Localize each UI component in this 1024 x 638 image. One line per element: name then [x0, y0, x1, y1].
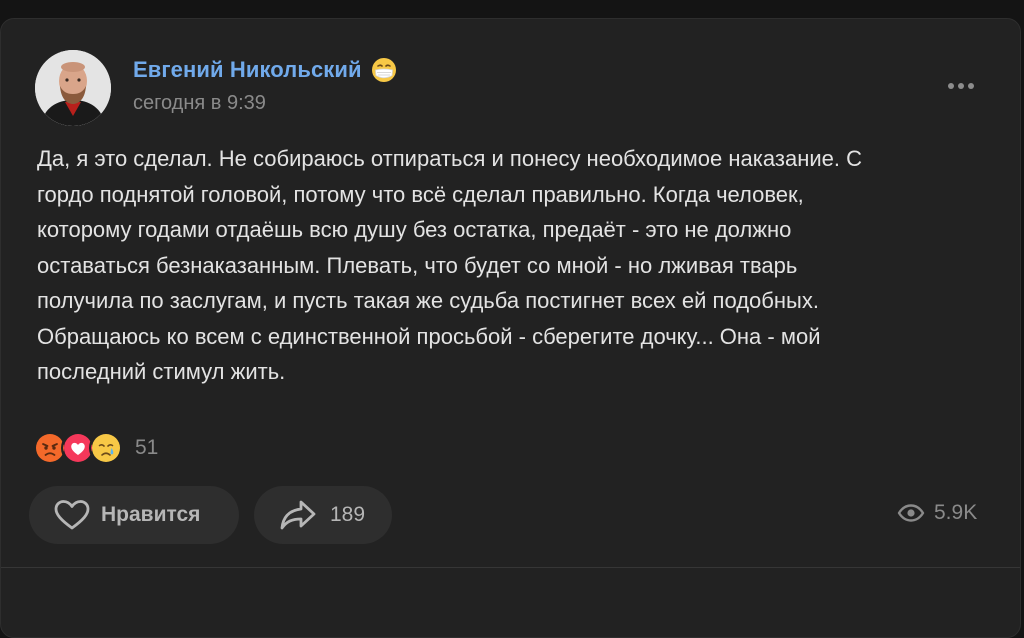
share-count: 189	[330, 503, 366, 526]
avatar[interactable]	[35, 50, 111, 126]
views-count: 5.9K	[934, 501, 978, 524]
divider	[1, 567, 1020, 568]
like-button[interactable]: Нравится	[29, 486, 239, 544]
more-options-button[interactable]	[942, 75, 980, 97]
reactions-count: 51	[135, 436, 159, 459]
reactions-summary[interactable]: 51	[33, 429, 158, 467]
post-card: Евгений Никольский сегодня в 9:39 Да, я …	[0, 18, 1021, 638]
post-time[interactable]: сегодня в 9:39	[133, 92, 266, 115]
crying-face-icon	[89, 431, 123, 465]
medical-mask-emoji-icon	[371, 58, 396, 82]
like-label: Нравится	[101, 503, 201, 526]
more-dots-icon	[948, 83, 954, 89]
post-text: Да, я это сделал. Не собираюсь отпиратьс…	[37, 146, 862, 384]
more-dots-icon	[958, 83, 964, 89]
avatar-image	[35, 50, 111, 126]
heart-outline-icon	[54, 500, 90, 530]
share-button[interactable]: 189	[254, 486, 392, 544]
author-name-link[interactable]: Евгений Никольский	[133, 57, 397, 83]
share-arrow-icon	[280, 500, 316, 530]
eye-icon	[897, 504, 925, 522]
more-dots-icon	[968, 83, 974, 89]
author-name[interactable]: Евгений Никольский	[133, 57, 362, 83]
views-counter: 5.9K	[897, 501, 977, 525]
